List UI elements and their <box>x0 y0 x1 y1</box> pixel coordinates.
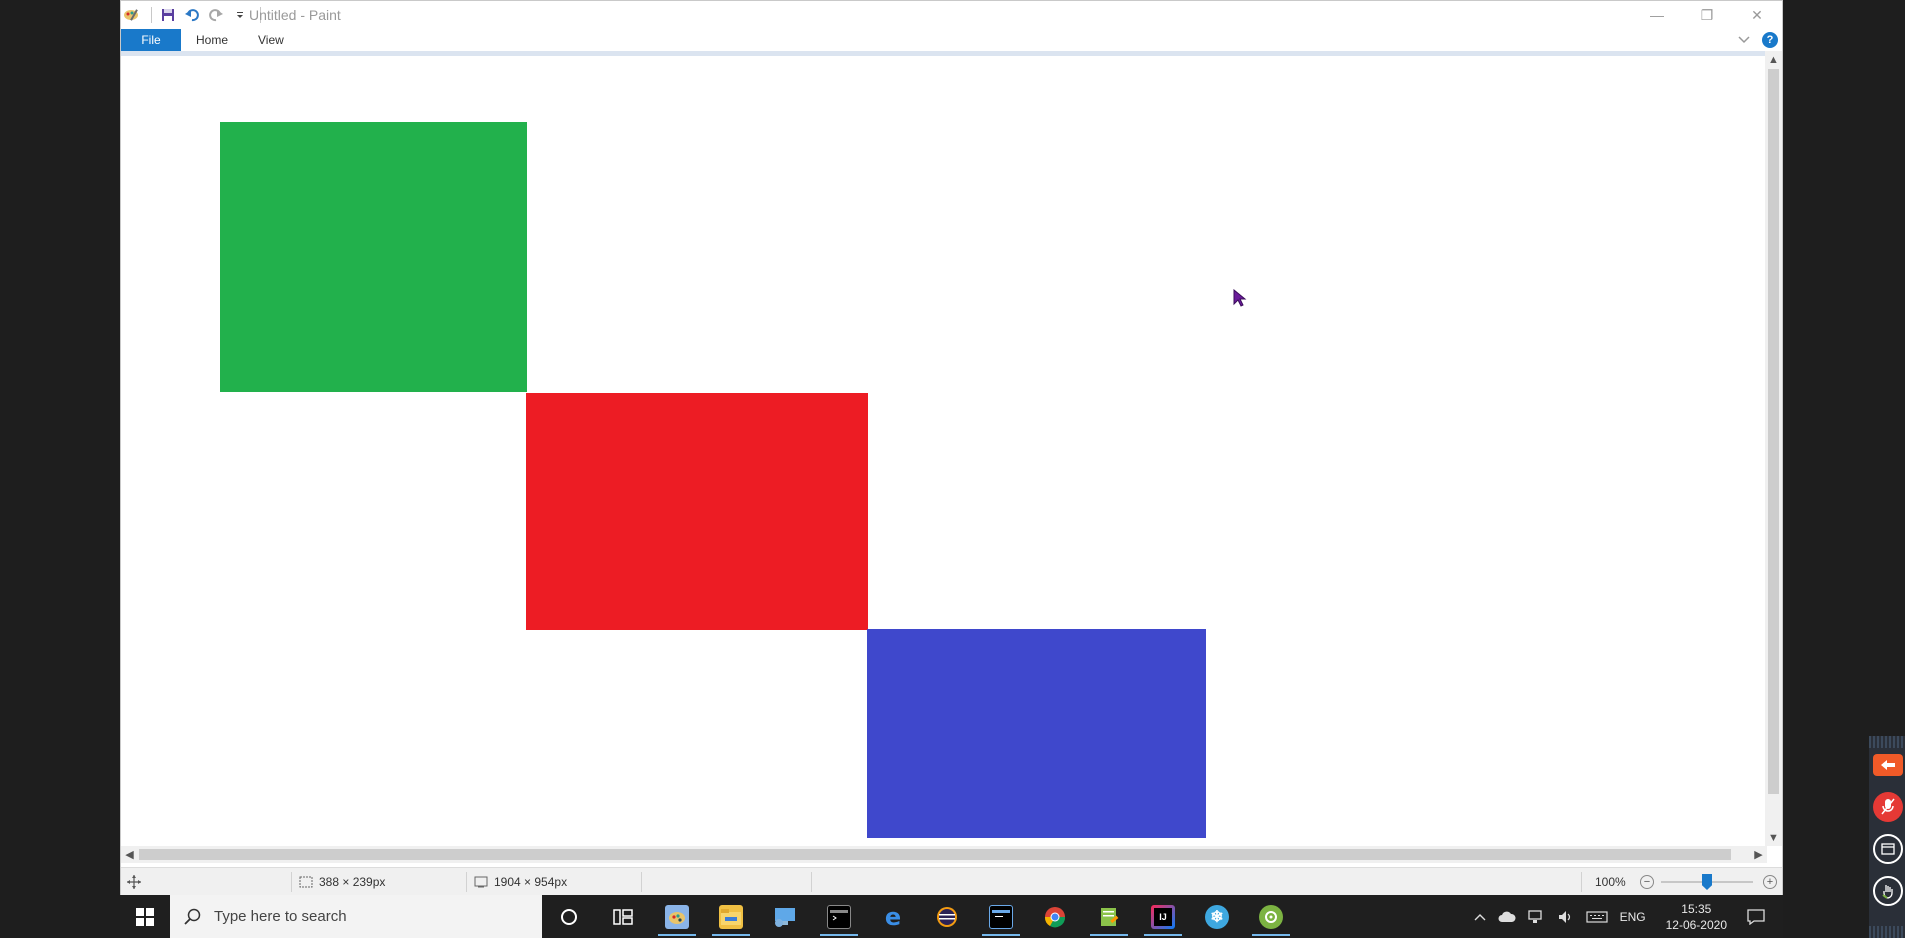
quick-access-toolbar <box>121 1 267 29</box>
status-divider <box>811 872 812 892</box>
tab-file[interactable]: File <box>121 29 181 51</box>
canvas-size-icon <box>474 876 488 888</box>
taskbar-search-input[interactable]: Type here to search <box>170 895 542 938</box>
expand-ribbon-icon[interactable] <box>1738 31 1750 49</box>
close-button[interactable]: ✕ <box>1732 1 1782 29</box>
active-app-indicator <box>1252 934 1290 936</box>
microphone-muted-icon[interactable] <box>1873 792 1903 822</box>
status-divider <box>641 872 642 892</box>
status-divider <box>1581 872 1582 892</box>
title-bar: Untitled - Paint — ❐ ✕ <box>121 1 1782 29</box>
minimize-button[interactable]: — <box>1632 1 1682 29</box>
system-tray: ENG 15:35 12-06-2020 <box>1468 895 1783 938</box>
tab-view[interactable]: View <box>243 29 299 51</box>
selection-size: 388 × 239px <box>299 868 385 896</box>
command-prompt-icon[interactable] <box>974 895 1028 938</box>
paint-window: Untitled - Paint — ❐ ✕ File Home View ? <box>120 0 1783 895</box>
scroll-down-icon[interactable]: ▼ <box>1765 829 1782 846</box>
window-icon[interactable] <box>1873 834 1903 864</box>
chrome-icon[interactable] <box>1028 895 1082 938</box>
window-controls: — ❐ ✕ <box>1632 1 1782 29</box>
android-studio-icon[interactable] <box>1244 895 1298 938</box>
status-bar: 388 × 239px 1904 × 954px 100% − + <box>121 867 1782 895</box>
cortana-icon[interactable] <box>542 895 596 938</box>
edge-browser-icon[interactable]: e <box>866 895 920 938</box>
active-app-indicator <box>712 934 750 936</box>
customize-toolbar-icon[interactable] <box>230 5 250 25</box>
remote-desktop-icon[interactable] <box>758 895 812 938</box>
paint-taskbar-icon[interactable] <box>650 895 704 938</box>
ribbon-tabs: File Home View <box>121 29 1782 51</box>
onedrive-icon[interactable] <box>1498 911 1516 923</box>
zoom-slider-thumb[interactable] <box>1702 874 1712 890</box>
canvas-size-text: 1904 × 954px <box>494 875 568 889</box>
language-indicator[interactable]: ENG <box>1620 910 1646 924</box>
back-arrow-icon[interactable] <box>1873 754 1903 776</box>
horizontal-scroll-thumb[interactable] <box>139 849 1731 860</box>
selection-size-text: 388 × 239px <box>319 875 386 889</box>
tab-home[interactable]: Home <box>181 29 243 51</box>
floating-side-panel <box>1869 736 1905 938</box>
system-clock[interactable]: 15:35 12-06-2020 <box>1666 901 1727 933</box>
keyboard-icon[interactable] <box>1585 910 1608 923</box>
zoom-out-button[interactable]: − <box>1640 875 1654 889</box>
status-divider <box>291 872 292 892</box>
scroll-right-icon[interactable]: ▶ <box>1750 846 1767 863</box>
vertical-scroll-thumb[interactable] <box>1768 69 1779 794</box>
active-app-indicator <box>982 934 1020 936</box>
move-cursor-icon <box>127 868 141 896</box>
active-app-indicator <box>658 934 696 936</box>
selection-icon <box>299 876 313 888</box>
volume-icon[interactable] <box>1558 910 1574 924</box>
task-view-icon[interactable] <box>596 895 650 938</box>
redo-icon[interactable] <box>206 5 226 25</box>
scroll-up-icon[interactable]: ▲ <box>1765 51 1782 68</box>
clock-time: 15:35 <box>1681 901 1712 916</box>
canvas-size: 1904 × 954px <box>474 868 567 896</box>
zoom-in-button[interactable]: + <box>1763 875 1777 889</box>
horizontal-scrollbar[interactable]: ◀ ▶ <box>121 846 1767 863</box>
intellij-icon[interactable]: IJ <box>1136 895 1190 938</box>
search-placeholder: Type here to search <box>214 908 347 925</box>
zoom-level: 100% <box>1595 875 1626 889</box>
vertical-scrollbar[interactable]: ▲ ▼ <box>1765 51 1782 846</box>
desktop: Untitled - Paint — ❐ ✕ File Home View ? <box>0 0 1905 938</box>
restore-button[interactable]: ❐ <box>1682 1 1732 29</box>
active-app-indicator <box>820 934 858 936</box>
paint-app-icon[interactable] <box>121 5 141 25</box>
panel-grip[interactable] <box>1869 736 1905 748</box>
window-title: Untitled - Paint <box>249 7 341 23</box>
active-app-indicator <box>1144 934 1182 936</box>
scroll-left-icon[interactable]: ◀ <box>121 846 138 863</box>
clock-date: 12-06-2020 <box>1665 917 1727 932</box>
terminal-icon[interactable] <box>812 895 866 938</box>
search-icon <box>184 908 201 925</box>
network-icon[interactable] <box>1527 909 1546 924</box>
file-explorer-icon[interactable] <box>704 895 758 938</box>
start-button[interactable] <box>120 895 170 938</box>
save-icon[interactable] <box>158 5 178 25</box>
blue-rectangle <box>867 629 1206 838</box>
toolbar-divider <box>151 7 152 23</box>
panel-grip[interactable] <box>1869 926 1905 938</box>
drawing-canvas[interactable] <box>121 56 1766 846</box>
help-icon[interactable]: ? <box>1762 32 1778 48</box>
undo-icon[interactable] <box>182 5 202 25</box>
windows-icon <box>136 907 154 926</box>
ribbon-right-controls: ? <box>1738 29 1778 51</box>
action-center-icon[interactable] <box>1747 908 1765 925</box>
snowflake-app-icon[interactable]: ❄ <box>1190 895 1244 938</box>
show-hidden-icons-icon[interactable] <box>1474 913 1486 921</box>
notepad-plus-icon[interactable] <box>1082 895 1136 938</box>
red-rectangle <box>526 393 868 630</box>
status-divider <box>466 872 467 892</box>
mouse-cursor-icon <box>1233 288 1247 312</box>
active-app-indicator <box>1090 934 1128 936</box>
hand-pointer-icon[interactable] <box>1873 876 1903 906</box>
eclipse-icon[interactable] <box>920 895 974 938</box>
green-rectangle <box>220 122 527 392</box>
taskbar: Type here to search e IJ ❄ ENG 15:35 12-… <box>120 895 1783 938</box>
